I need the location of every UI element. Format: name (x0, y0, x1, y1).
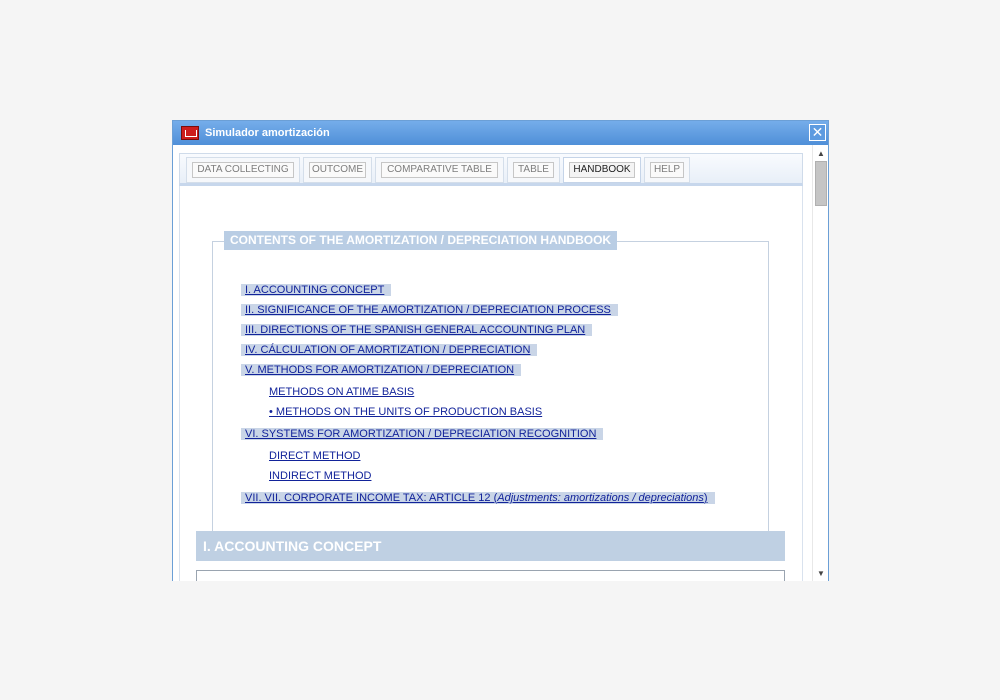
toc-link-time-basis[interactable]: METHODS ON ATIME BASIS (267, 386, 414, 398)
toc-link-accounting-concept[interactable]: I. ACCOUNTING CONCEPT (241, 284, 392, 296)
toc-link-text: VII. VII. CORPORATE INCOME TAX: ARTICLE … (245, 492, 498, 504)
section-content (196, 570, 785, 581)
tab-outcome[interactable]: OUTCOME (303, 157, 372, 183)
window-title: Simulador amortización (205, 127, 330, 139)
scroll-up-arrow-icon[interactable]: ▲ (813, 147, 829, 161)
tab-label: TABLE (513, 162, 554, 178)
scroll-thumb[interactable] (815, 161, 827, 206)
toc-link-directions-spanish-plan[interactable]: III. DIRECTIONS OF THE SPANISH GENERAL A… (241, 324, 593, 336)
app-icon (181, 126, 199, 140)
toc-link-indirect-method[interactable]: INDIRECT METHOD (267, 470, 371, 482)
app-window: Simulador amortización ✕ DATA COLLECTING… (172, 120, 829, 581)
close-button[interactable]: ✕ (809, 124, 826, 141)
toc-link-calculation[interactable]: IV. CÁLCULATION OF AMORTIZATION / DEPREC… (241, 344, 538, 356)
tab-label: HANDBOOK (569, 162, 635, 178)
toc-title: CONTENTS OF THE AMORTIZATION / DEPRECIAT… (224, 231, 618, 250)
tab-table[interactable]: TABLE (507, 157, 560, 183)
tab-help[interactable]: HELP (644, 157, 690, 183)
toc-link-italic-text: Adjustments: amortizations / depreciatio… (497, 492, 704, 504)
tab-bar: DATA COLLECTING OUTCOME COMPARATIVE TABL… (179, 153, 803, 186)
toc-link-corporate-income-tax[interactable]: VII. VII. CORPORATE INCOME TAX: ARTICLE … (241, 492, 715, 504)
toc-link-direct-method[interactable]: DIRECT METHOD (267, 450, 360, 462)
toc-link-methods[interactable]: V. METHODS FOR AMORTIZATION / DEPRECIATI… (241, 364, 522, 376)
tab-label: HELP (650, 162, 684, 178)
toc-link-text: ) (703, 492, 708, 504)
section-heading: I. ACCOUNTING CONCEPT (196, 531, 785, 561)
scroll-down-arrow-icon[interactable]: ▼ (813, 567, 829, 581)
tab-data-collecting[interactable]: DATA COLLECTING (186, 157, 300, 183)
handbook-panel: CONTENTS OF THE AMORTIZATION / DEPRECIAT… (179, 186, 803, 581)
tab-handbook[interactable]: HANDBOOK (563, 157, 641, 183)
title-bar[interactable]: Simulador amortización ✕ (173, 121, 828, 145)
tab-label: COMPARATIVE TABLE (381, 162, 498, 178)
tab-label: DATA COLLECTING (192, 162, 294, 178)
toc-link-units-production[interactable]: • METHODS ON THE UNITS OF PRODUCTION BAS… (267, 406, 542, 418)
vertical-scrollbar[interactable]: ▲ ▼ (812, 145, 828, 581)
tab-comparative-table[interactable]: COMPARATIVE TABLE (375, 157, 504, 183)
toc-link-systems[interactable]: VI. SYSTEMS FOR AMORTIZATION / DEPRECIAT… (241, 428, 604, 440)
content-viewport: DATA COLLECTING OUTCOME COMPARATIVE TABL… (173, 145, 812, 581)
tab-label: OUTCOME (309, 162, 366, 178)
toc-link-significance[interactable]: II. SIGNIFICANCE OF THE AMORTIZATION / D… (241, 304, 618, 316)
